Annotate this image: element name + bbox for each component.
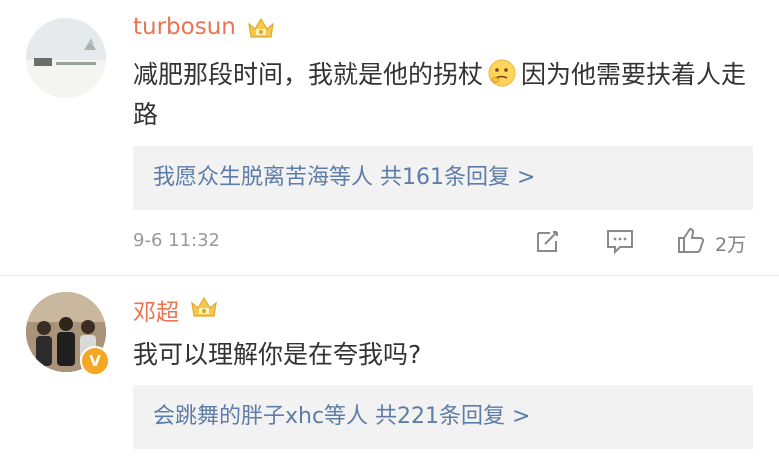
thinking-face-icon	[488, 59, 516, 87]
comment-time: 9-6 11:32	[133, 230, 220, 251]
username[interactable]: 邓超	[133, 293, 179, 327]
comment-icon[interactable]	[606, 228, 634, 254]
like-icon[interactable]	[676, 226, 706, 254]
replies-summary[interactable]: 我愿众生脱离苦海等人 共161条回复 >	[133, 146, 753, 210]
replies-link[interactable]: 我愿众生脱离苦海等人 共161条回复 >	[153, 146, 535, 210]
verified-badge: V	[80, 346, 110, 376]
comment-text: 减肥那段时间，我就是他的拐杖 因为他需要扶着人走路	[133, 55, 753, 135]
divider	[0, 275, 779, 276]
comment-text-part1: 减肥那段时间，我就是他的拐杖	[133, 60, 484, 89]
username[interactable]: turbosun	[133, 14, 236, 40]
vip-crown-icon	[191, 296, 217, 317]
comment-text: 我可以理解你是在夸我吗?	[133, 340, 422, 369]
repost-icon[interactable]	[535, 228, 561, 254]
avatar[interactable]	[26, 18, 106, 98]
replies-link[interactable]: 会跳舞的胖子xhc等人 共221条回复 >	[153, 385, 530, 449]
vip-crown-icon	[248, 17, 274, 38]
snow-landscape-image	[26, 18, 106, 98]
like-count: 2万	[715, 234, 747, 256]
replies-summary[interactable]: 会跳舞的胖子xhc等人 共221条回复 >	[133, 385, 753, 449]
